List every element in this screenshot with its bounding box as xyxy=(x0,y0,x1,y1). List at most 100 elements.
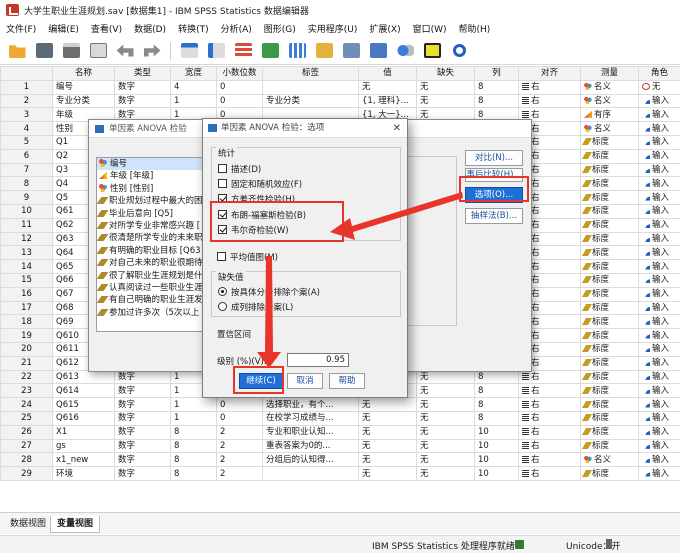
continue-button[interactable]: 继续(C) xyxy=(239,373,283,389)
grid-cell[interactable]: 输入 xyxy=(638,314,680,330)
variable-list-item[interactable]: 有自己明确的职业生涯发 xyxy=(97,294,210,306)
row-number[interactable]: 1 xyxy=(0,79,53,95)
grid-cell[interactable]: 输入 xyxy=(638,176,680,192)
checkbox-box[interactable] xyxy=(218,179,227,188)
checkbox-box[interactable] xyxy=(218,225,227,234)
row-number[interactable]: 27 xyxy=(0,438,53,454)
value-labels-icon[interactable] xyxy=(394,41,416,61)
grid-cell[interactable]: 无 xyxy=(416,424,475,440)
row-number[interactable]: 25 xyxy=(0,410,53,426)
grid-cell[interactable]: 标度 xyxy=(580,231,639,247)
grid-cell[interactable]: 输入 xyxy=(638,452,680,468)
checkbox-box[interactable] xyxy=(218,210,227,219)
options-button[interactable]: 选项(O)... xyxy=(465,187,523,203)
grid-cell[interactable]: 无 xyxy=(358,410,417,426)
grid-cell[interactable]: 标度 xyxy=(580,162,639,178)
grid-cell[interactable]: 输入 xyxy=(638,231,680,247)
grid-cell[interactable]: 标度 xyxy=(580,438,639,454)
grid-cell[interactable]: 名义 xyxy=(580,452,639,468)
grid-cell[interactable]: 无 xyxy=(416,369,475,385)
variable-list-item[interactable]: 有明确的职业目标 [Q63 xyxy=(97,245,210,257)
variable-list-item[interactable]: 参加过许多次（5次以上 xyxy=(97,307,210,319)
grid-cell[interactable]: 输入 xyxy=(638,134,680,150)
grid-cell[interactable]: 输入 xyxy=(638,148,680,164)
checkbox-box[interactable] xyxy=(217,252,226,261)
grid-cell[interactable]: 右 xyxy=(518,438,581,454)
row-number[interactable]: 14 xyxy=(0,259,53,274)
grid-cell[interactable]: 1 xyxy=(170,410,217,426)
grid-cell[interactable]: 8 xyxy=(474,383,519,399)
grid-cell[interactable]: 标度 xyxy=(580,203,639,219)
grid-cell[interactable]: 无 xyxy=(416,466,475,481)
row-number[interactable]: 20 xyxy=(0,341,53,357)
grid-cell[interactable]: {1, 理科}... xyxy=(358,93,417,109)
print-icon[interactable] xyxy=(60,41,82,61)
grid-cell[interactable]: 标度 xyxy=(580,134,639,150)
grid-cell[interactable]: x1_new xyxy=(52,452,115,468)
contrasts-button[interactable]: 对比(N)... xyxy=(465,150,523,166)
row-number[interactable]: 11 xyxy=(0,217,53,233)
grid-cell[interactable]: 标度 xyxy=(580,328,639,343)
row-number[interactable]: 24 xyxy=(0,397,53,412)
redo-icon[interactable] xyxy=(141,41,163,61)
grid-cell[interactable]: 2 xyxy=(216,466,263,481)
grid-cell[interactable]: 无 xyxy=(416,452,475,468)
grid-cell[interactable]: 标度 xyxy=(580,176,639,192)
grid-cell[interactable]: 10 xyxy=(474,452,519,468)
ci-level-input[interactable]: 0.95 xyxy=(287,353,349,367)
grid-cell[interactable]: 标度 xyxy=(580,245,639,261)
grid-cell[interactable]: 右 xyxy=(518,410,581,426)
grid-cell[interactable]: 右 xyxy=(518,369,581,385)
row-number[interactable]: 13 xyxy=(0,245,53,261)
row-number[interactable]: 19 xyxy=(0,328,53,343)
grid-cell[interactable]: 无 xyxy=(358,452,417,468)
grid-cell[interactable]: 输入 xyxy=(638,272,680,288)
menu-item[interactable]: 实用程序(U) xyxy=(302,22,364,35)
grid-cell[interactable]: 右 xyxy=(518,466,581,481)
variable-list-item[interactable]: 认真阅读过一些职业生涯 xyxy=(97,282,210,294)
grid-cell[interactable]: 分组后的认知得... xyxy=(262,452,359,468)
grid-cell[interactable]: 选择职业，有个... xyxy=(262,397,359,412)
open-folder-icon[interactable] xyxy=(6,41,28,61)
cancel-button[interactable]: 取消 xyxy=(287,373,323,389)
grid-cell[interactable]: 数字 xyxy=(114,369,171,385)
grid-cell[interactable]: 输入 xyxy=(638,341,680,357)
grid-cell[interactable]: 数字 xyxy=(114,397,171,412)
grid-cell[interactable]: 标度 xyxy=(580,383,639,399)
row-number[interactable]: 26 xyxy=(0,424,53,440)
grid-cell[interactable] xyxy=(262,466,359,481)
radio-dot[interactable] xyxy=(218,302,227,311)
grid-cell[interactable]: 0 xyxy=(216,79,263,95)
row-number[interactable]: 6 xyxy=(0,148,53,164)
row-number[interactable]: 16 xyxy=(0,286,53,302)
grid-cell[interactable]: 数字 xyxy=(114,424,171,440)
find-icon[interactable] xyxy=(259,41,281,61)
grid-cell[interactable]: 数字 xyxy=(114,438,171,454)
grid-cell[interactable]: 标度 xyxy=(580,424,639,440)
menu-item[interactable]: 扩展(X) xyxy=(363,22,406,35)
means-plot-checkbox[interactable]: 平均值图(M) xyxy=(217,252,278,264)
grid-cell[interactable]: 输入 xyxy=(638,397,680,412)
grid-cell[interactable]: 8 xyxy=(474,93,519,109)
grid-cell[interactable]: 10 xyxy=(474,424,519,440)
grid-cell[interactable]: 8 xyxy=(170,466,217,481)
fixed-random-effects-checkbox[interactable]: 固定和随机效应(F) xyxy=(218,179,302,191)
grid-cell[interactable]: 8 xyxy=(170,452,217,468)
checkbox-box[interactable] xyxy=(218,194,227,203)
grid-cell[interactable]: 8 xyxy=(474,410,519,426)
grid-cell[interactable]: Q613 xyxy=(52,369,115,385)
grid-cell[interactable]: gs xyxy=(52,438,115,454)
grid-cell[interactable]: 重表答案为0的... xyxy=(262,438,359,454)
grid-cell[interactable]: 右 xyxy=(518,79,581,95)
grid-cell[interactable]: 无 xyxy=(358,397,417,412)
grid-cell[interactable]: 标度 xyxy=(580,466,639,481)
grid-cell[interactable]: 输入 xyxy=(638,369,680,385)
variable-list-item[interactable]: 职业规划过程中最大的困 xyxy=(97,195,210,207)
grid-cell[interactable]: 输入 xyxy=(638,162,680,178)
grid-cell[interactable]: 右 xyxy=(518,424,581,440)
grid-cell[interactable]: 无 xyxy=(416,79,475,95)
grid-cell[interactable]: 专业和职业认知... xyxy=(262,424,359,440)
variable-list-item[interactable]: 很了解职业生涯规划是什 xyxy=(97,270,210,282)
menu-item[interactable]: 图形(G) xyxy=(258,22,302,35)
goto-case-icon[interactable] xyxy=(178,41,200,61)
